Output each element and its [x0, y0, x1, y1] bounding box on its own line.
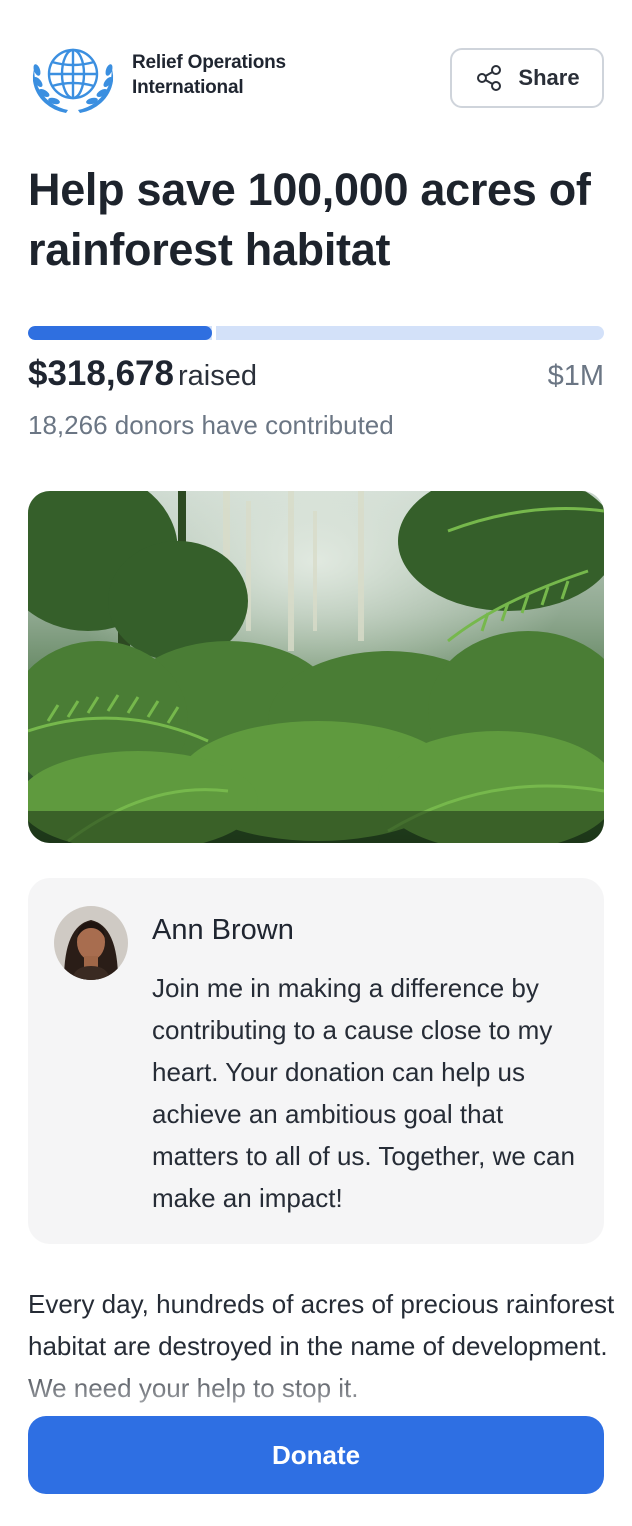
org-logo [28, 40, 118, 116]
share-icon [477, 65, 502, 91]
avatar [54, 906, 128, 980]
testimonial-card: Ann Brown Join me in making a difference… [28, 878, 604, 1244]
progress-bar [28, 326, 604, 340]
donate-button[interactable]: Donate [28, 1416, 604, 1494]
raised-row: $318,678 raised $1M [28, 354, 604, 400]
campaign-title: Help save 100,000 acres of rainforest ha… [28, 164, 591, 275]
rainforest-photo [28, 491, 604, 843]
un-globe-emblem-icon [32, 48, 114, 113]
donor-count: 18,266 donors have contributed [28, 410, 394, 440]
share-label: Share [518, 65, 580, 90]
goal-amount: $1M [547, 360, 604, 392]
progress-divider [212, 326, 216, 340]
org-name-line2: International [132, 77, 244, 98]
avatar-portrait [54, 906, 128, 980]
org-name: Relief Operations International [132, 50, 332, 100]
rainforest-illustration [28, 491, 604, 843]
raised-label: raised [177, 360, 257, 392]
progress-fill [28, 326, 212, 340]
share-button[interactable]: Share [450, 48, 604, 108]
testimonial-message: Join me in making a difference by contri… [152, 973, 575, 1213]
testimonial-author: Ann Brown [152, 914, 294, 946]
raised-amount: $318,678 [28, 354, 174, 393]
org-name-line1: Relief Operations [132, 52, 286, 73]
